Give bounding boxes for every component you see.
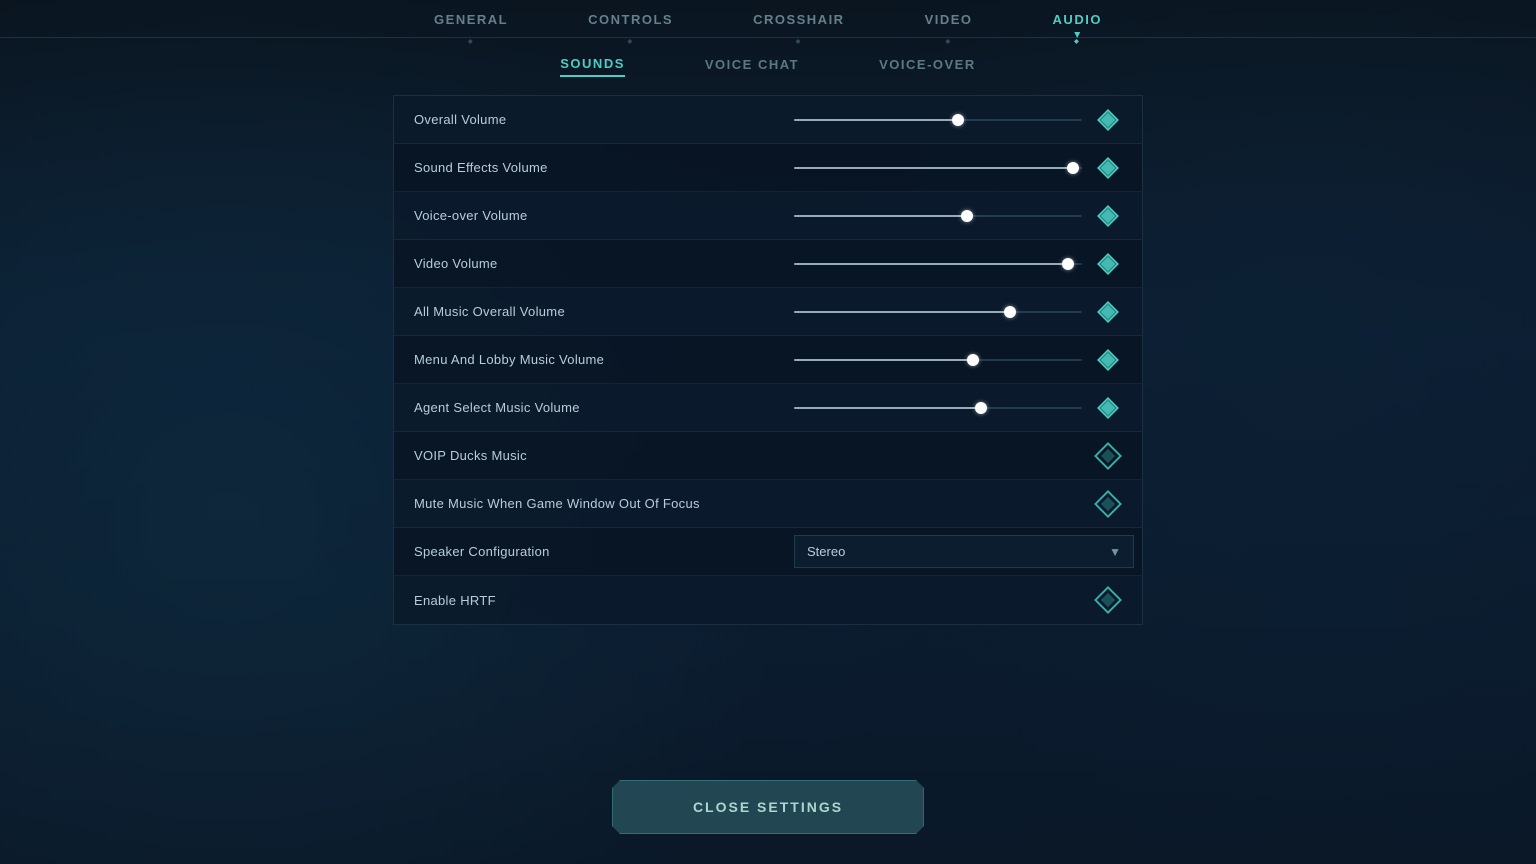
- setting-control-speaker_config: Stereo ▼: [794, 535, 1134, 568]
- setting-row-menu_lobby_music_volume: Menu And Lobby Music Volume: [394, 336, 1142, 384]
- setting-label-video_volume: Video Volume: [414, 256, 794, 271]
- nav-tab-controls[interactable]: CONTROLS: [548, 0, 713, 37]
- slider-thumb-menu_lobby_music_volume[interactable]: [967, 354, 979, 366]
- nav-tab-general[interactable]: GENERAL: [394, 0, 548, 37]
- slider-thumb-video_volume[interactable]: [1062, 258, 1074, 270]
- setting-row-voip_ducks_music: VOIP Ducks Music: [394, 432, 1142, 480]
- reset-icon-voiceover_volume[interactable]: [1094, 202, 1122, 230]
- setting-label-overall_volume: Overall Volume: [414, 112, 794, 127]
- close-btn-container: CLOSE SETTINGS: [612, 780, 924, 834]
- top-nav-inner: GENERALCONTROLSCROSSHAIRVIDEOAUDIO: [0, 0, 1536, 38]
- slider-fill-agent_select_music_volume: [794, 407, 981, 409]
- sub-tab-voice_over[interactable]: VOICE-OVER: [879, 57, 976, 76]
- setting-control-voiceover_volume: [794, 202, 1122, 230]
- setting-control-menu_lobby_music_volume: [794, 346, 1122, 374]
- setting-row-agent_select_music_volume: Agent Select Music Volume: [394, 384, 1142, 432]
- slider-overall_volume[interactable]: [794, 110, 1082, 130]
- setting-label-voiceover_volume: Voice-over Volume: [414, 208, 794, 223]
- slider-menu_lobby_music_volume[interactable]: [794, 350, 1082, 370]
- slider-fill-video_volume: [794, 263, 1068, 265]
- reset-icon-video_volume[interactable]: [1094, 250, 1122, 278]
- setting-label-sound_effects_volume: Sound Effects Volume: [414, 160, 794, 175]
- setting-label-mute_music_window: Mute Music When Game Window Out Of Focus: [414, 496, 794, 511]
- setting-control-sound_effects_volume: [794, 154, 1122, 182]
- nav-tab-video[interactable]: VIDEO: [885, 0, 1013, 37]
- settings-panel: Overall Volume Sound Effects Volume Voic…: [393, 95, 1143, 625]
- slider-fill-all_music_overall_volume: [794, 311, 1010, 313]
- setting-row-sound_effects_volume: Sound Effects Volume: [394, 144, 1142, 192]
- setting-row-enable_hrtf: Enable HRTF: [394, 576, 1142, 624]
- slider-video_volume[interactable]: [794, 254, 1082, 274]
- setting-control-agent_select_music_volume: [794, 394, 1122, 422]
- setting-control-overall_volume: [794, 106, 1122, 134]
- dropdown-speaker_config[interactable]: Stereo ▼: [794, 535, 1134, 568]
- slider-thumb-all_music_overall_volume[interactable]: [1004, 306, 1016, 318]
- slider-agent_select_music_volume[interactable]: [794, 398, 1082, 418]
- setting-control-voip_ducks_music: [794, 442, 1122, 470]
- toggle-voip_ducks_music[interactable]: [1094, 442, 1122, 470]
- sub-tab-voice_chat[interactable]: VOICE CHAT: [705, 57, 799, 76]
- slider-track-all_music_overall_volume: [794, 311, 1082, 313]
- setting-label-speaker_config: Speaker Configuration: [414, 544, 794, 559]
- toggle-enable_hrtf[interactable]: [1094, 586, 1122, 614]
- slider-thumb-voiceover_volume[interactable]: [961, 210, 973, 222]
- settings-container: GENERALCONTROLSCROSSHAIRVIDEOAUDIO SOUND…: [0, 0, 1536, 864]
- setting-label-all_music_overall_volume: All Music Overall Volume: [414, 304, 794, 319]
- close-settings-button[interactable]: CLOSE SETTINGS: [612, 780, 924, 834]
- setting-row-video_volume: Video Volume: [394, 240, 1142, 288]
- setting-control-all_music_overall_volume: [794, 298, 1122, 326]
- slider-track-sound_effects_volume: [794, 167, 1082, 169]
- slider-sound_effects_volume[interactable]: [794, 158, 1082, 178]
- reset-icon-agent_select_music_volume[interactable]: [1094, 394, 1122, 422]
- setting-control-video_volume: [794, 250, 1122, 278]
- slider-fill-overall_volume: [794, 119, 958, 121]
- setting-row-all_music_overall_volume: All Music Overall Volume: [394, 288, 1142, 336]
- reset-icon-sound_effects_volume[interactable]: [1094, 154, 1122, 182]
- slider-thumb-overall_volume[interactable]: [952, 114, 964, 126]
- reset-icon-all_music_overall_volume[interactable]: [1094, 298, 1122, 326]
- slider-track-menu_lobby_music_volume: [794, 359, 1082, 361]
- nav-tab-audio[interactable]: AUDIO: [1013, 0, 1142, 37]
- setting-label-menu_lobby_music_volume: Menu And Lobby Music Volume: [414, 352, 794, 367]
- sub-nav: SOUNDS VOICE CHAT VOICE-OVER: [0, 38, 1536, 91]
- setting-label-voip_ducks_music: VOIP Ducks Music: [414, 448, 794, 463]
- slider-voiceover_volume[interactable]: [794, 206, 1082, 226]
- slider-track-voiceover_volume: [794, 215, 1082, 217]
- nav-tab-crosshair[interactable]: CROSSHAIR: [713, 0, 885, 37]
- reset-icon-overall_volume[interactable]: [1094, 106, 1122, 134]
- setting-control-mute_music_window: [794, 490, 1122, 518]
- slider-thumb-agent_select_music_volume[interactable]: [975, 402, 987, 414]
- slider-all_music_overall_volume[interactable]: [794, 302, 1082, 322]
- dropdown-value-speaker_config: Stereo: [807, 544, 845, 559]
- setting-label-enable_hrtf: Enable HRTF: [414, 593, 794, 608]
- top-nav: GENERALCONTROLSCROSSHAIRVIDEOAUDIO: [0, 0, 1536, 38]
- reset-icon-menu_lobby_music_volume[interactable]: [1094, 346, 1122, 374]
- sub-tab-sounds[interactable]: SOUNDS: [560, 56, 625, 77]
- slider-track-overall_volume: [794, 119, 1082, 121]
- dropdown-arrow-speaker_config: ▼: [1109, 545, 1121, 559]
- slider-track-video_volume: [794, 263, 1082, 265]
- slider-thumb-sound_effects_volume[interactable]: [1067, 162, 1079, 174]
- setting-row-overall_volume: Overall Volume: [394, 96, 1142, 144]
- setting-row-speaker_config: Speaker Configuration Stereo ▼: [394, 528, 1142, 576]
- setting-row-voiceover_volume: Voice-over Volume: [394, 192, 1142, 240]
- slider-fill-menu_lobby_music_volume: [794, 359, 973, 361]
- slider-track-agent_select_music_volume: [794, 407, 1082, 409]
- slider-fill-sound_effects_volume: [794, 167, 1073, 169]
- toggle-mute_music_window[interactable]: [1094, 490, 1122, 518]
- setting-label-agent_select_music_volume: Agent Select Music Volume: [414, 400, 794, 415]
- setting-row-mute_music_window: Mute Music When Game Window Out Of Focus: [394, 480, 1142, 528]
- setting-control-enable_hrtf: [794, 586, 1122, 614]
- slider-fill-voiceover_volume: [794, 215, 967, 217]
